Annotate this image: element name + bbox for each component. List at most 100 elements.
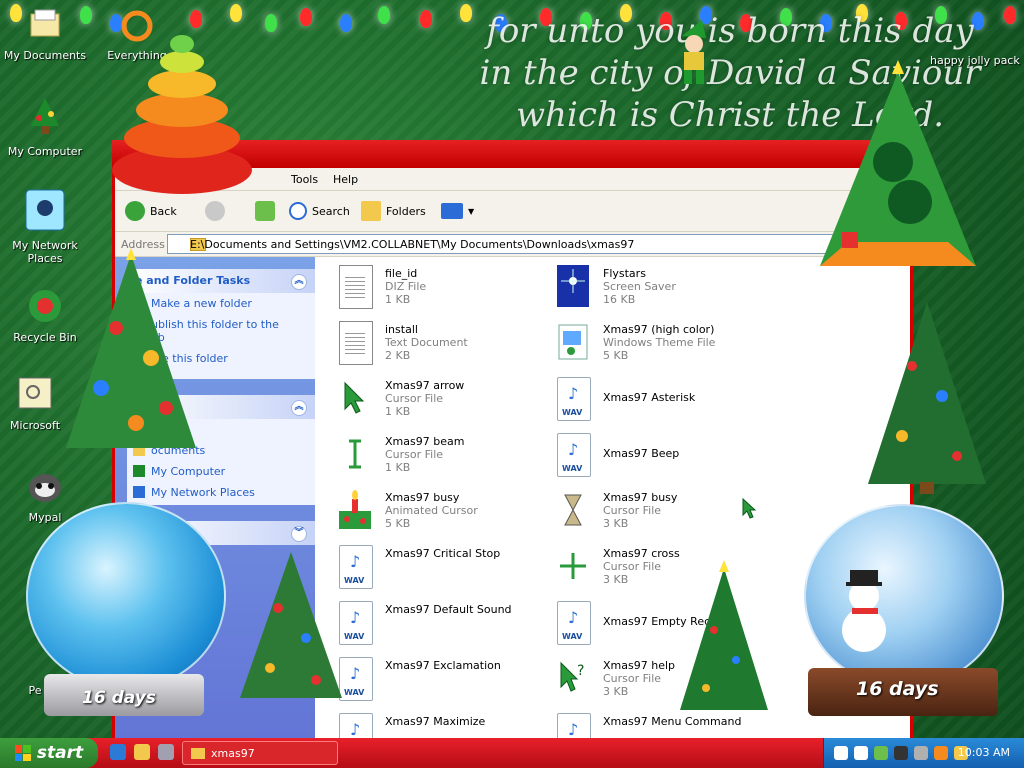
file-item[interactable]: Xmas97 beam Cursor File 1 KB <box>325 429 545 481</box>
network-status-icon[interactable] <box>874 746 888 760</box>
file-item[interactable]: Xmas97 busy Cursor File 3 KB <box>543 485 763 537</box>
wav-badge: WAV <box>562 408 583 417</box>
file-name: Xmas97 Maximize <box>385 715 486 728</box>
start-label: start <box>36 743 84 763</box>
search-button[interactable]: Search <box>289 199 350 223</box>
start-button[interactable]: start <box>0 738 98 768</box>
file-type: Cursor File <box>603 672 662 685</box>
file-type: Windows Theme File <box>603 336 716 349</box>
volume-icon[interactable] <box>934 746 948 760</box>
file-type: Animated Cursor <box>385 504 478 517</box>
file-item[interactable]: ♪ WAV Xmas97 Asterisk <box>543 373 763 425</box>
desktop-icon-label: My Documents <box>3 49 87 62</box>
wav-badge: WAV <box>344 632 365 641</box>
views-icon <box>441 203 463 219</box>
wav-badge: WAV <box>344 576 365 585</box>
spiral-tree-icon <box>112 35 252 194</box>
file-type: Cursor File <box>385 448 444 461</box>
christmas-tree-icon <box>66 248 196 448</box>
collapse-icon[interactable]: ︽ <box>291 400 307 416</box>
snowflake-icon[interactable] <box>854 746 868 760</box>
wav-icon: ♪WAV <box>557 433 591 477</box>
snowflake-icon[interactable] <box>834 746 848 760</box>
folders-button[interactable]: Folders <box>361 199 426 223</box>
up-folder-button[interactable] <box>255 199 275 223</box>
outlook-icon[interactable] <box>134 744 150 760</box>
file-item[interactable]: ♪ WAV Xmas97 Critical Stop <box>325 541 545 593</box>
file-item[interactable]: ♪WAV Xmas97 Maximize <box>325 709 545 738</box>
snow-globe-left <box>26 502 226 690</box>
desktop-icon-my-documents[interactable]: My Documents <box>0 6 90 62</box>
file-size: 3 KB <box>603 573 629 586</box>
file-item[interactable]: Flystars Screen Saver 16 KB <box>543 261 763 313</box>
file-name: Xmas97 cross <box>603 547 680 560</box>
countdown-left: 16 days <box>82 688 156 708</box>
place-my-network[interactable]: My Network Places <box>127 482 315 503</box>
file-size: 16 KB <box>603 293 636 306</box>
show-desktop-icon[interactable] <box>158 744 174 760</box>
address-input[interactable]: E:\Documents and Settings\VM2.COLLABNET\… <box>167 234 854 254</box>
menu-help[interactable]: Help <box>333 173 358 186</box>
wav-icon: ♪WAV <box>557 713 591 738</box>
address-bar: Address E:\Documents and Settings\VM2.CO… <box>115 232 910 257</box>
file-item[interactable]: file_id DIZ File 1 KB <box>325 261 545 313</box>
file-item[interactable]: ♪ WAV Xmas97 Beep <box>543 429 763 481</box>
wav-icon: ♪WAV <box>557 601 591 645</box>
file-size: 5 KB <box>603 349 629 362</box>
wav-badge: WAV <box>562 464 583 473</box>
light-bulb-icon <box>378 6 390 24</box>
triangle-tree-icon <box>820 60 976 266</box>
back-label: Back <box>150 204 177 218</box>
elf-icon <box>682 20 706 84</box>
taskbar-item-xmas97[interactable]: xmas97 <box>182 741 338 765</box>
clock[interactable]: 10:03 AM <box>958 746 1010 759</box>
christmas-tree-icon <box>240 552 342 698</box>
file-name: Xmas97 Default Sound <box>385 603 512 616</box>
wav-badge: WAV <box>344 688 365 697</box>
file-item[interactable]: ♪ WAV Xmas97 Exclamation <box>325 653 545 705</box>
file-type: Cursor File <box>603 560 662 573</box>
christmas-tree-icon <box>680 560 768 710</box>
tray-app-icon[interactable] <box>914 746 928 760</box>
tray-app-icon[interactable] <box>894 746 908 760</box>
file-name: Xmas97 Beep <box>603 447 680 460</box>
forward-button[interactable] <box>205 199 225 223</box>
ie-icon[interactable] <box>110 744 126 760</box>
forward-arrow-icon <box>205 201 225 221</box>
text-file-icon <box>339 265 373 309</box>
file-item[interactable]: Xmas97 arrow Cursor File 1 KB <box>325 373 545 425</box>
light-bulb-icon <box>420 10 432 28</box>
file-name: Xmas97 beam <box>385 435 465 448</box>
views-button[interactable]: ▼ <box>441 199 474 223</box>
file-name: Xmas97 Exclamation <box>385 659 501 672</box>
raccoon-icon <box>29 474 61 502</box>
file-size: 5 KB <box>385 517 411 530</box>
svg-text:?: ? <box>577 663 584 679</box>
light-bulb-icon <box>265 14 277 32</box>
place-label: My Network Places <box>151 486 255 499</box>
collapse-icon[interactable]: ︽ <box>291 274 307 290</box>
task-label: xmas97 <box>211 746 255 760</box>
desktop-icon-my-computer[interactable]: My Computer <box>0 96 90 158</box>
explorer-window[interactable]: Tools Help Back Search Folders ▼ Address <box>112 140 913 741</box>
text-file-icon <box>339 321 373 365</box>
taskbar: start xmas97 10:03 AM <box>0 738 1024 768</box>
file-size: 3 KB <box>603 517 629 530</box>
file-size: 1 KB <box>385 461 411 474</box>
expand-icon[interactable]: ︾ <box>291 526 307 542</box>
file-item[interactable]: Xmas97 busy Animated Cursor 5 KB <box>325 485 545 537</box>
file-item[interactable]: install Text Document 2 KB <box>325 317 545 369</box>
light-bulb-icon <box>300 8 312 26</box>
file-name: Xmas97 arrow <box>385 379 465 392</box>
file-item[interactable]: ♪ WAV Xmas97 Default Sound <box>325 597 545 649</box>
up-folder-icon <box>255 201 275 221</box>
file-name: Xmas97 Critical Stop <box>385 547 501 560</box>
back-arrow-icon <box>125 201 145 221</box>
wav-badge: WAV <box>562 632 583 641</box>
menu-tools[interactable]: Tools <box>291 173 318 186</box>
file-size: 3 KB <box>603 685 629 698</box>
file-name: file_id <box>385 267 418 280</box>
file-item[interactable]: Xmas97 (high color) Windows Theme File 5… <box>543 317 763 369</box>
file-type: Cursor File <box>603 504 662 517</box>
back-button[interactable]: Back <box>125 199 177 223</box>
